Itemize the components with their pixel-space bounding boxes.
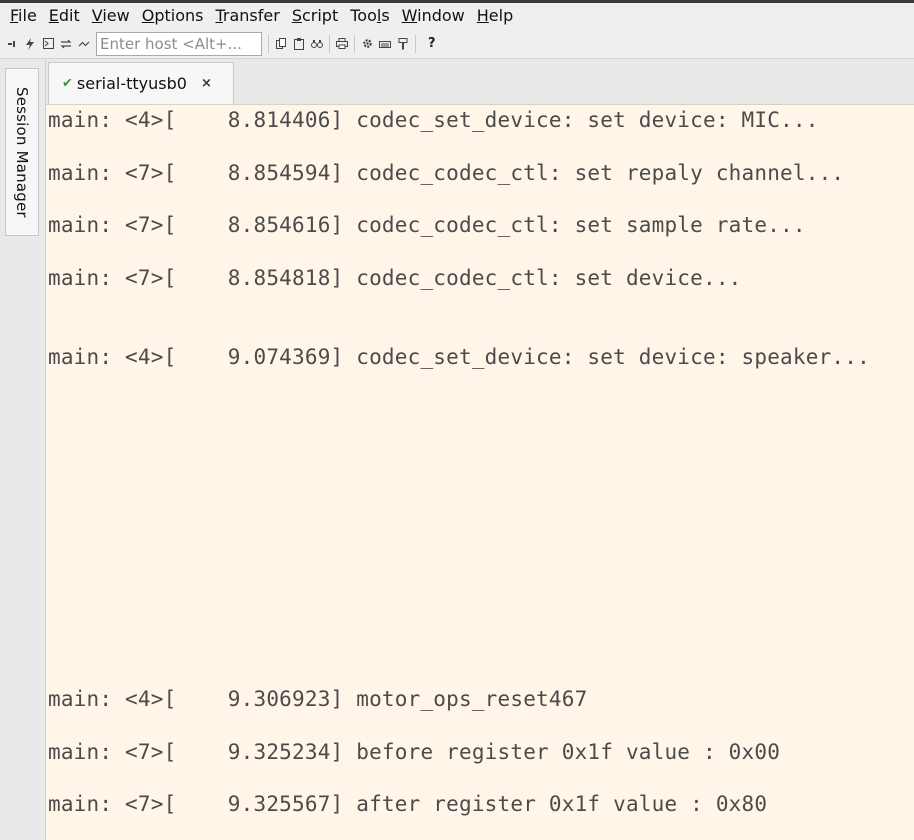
- terminal-line: main: <4>[ 9.306923] motor_ops_reset467: [48, 687, 588, 711]
- terminal-line: main: <7>[ 9.325234] before register 0x1…: [48, 740, 781, 764]
- menu-view[interactable]: View: [86, 5, 136, 27]
- menu-edit[interactable]: Edit: [43, 5, 86, 27]
- find-icon[interactable]: [311, 37, 323, 51]
- connect-tab-icon[interactable]: [42, 37, 54, 51]
- session-tab-bar: ✔ serial-ttyusb0 ×: [46, 60, 914, 104]
- session-manager-tab[interactable]: Session Manager: [5, 68, 39, 236]
- terminal-line: main: <4>[ 9.074369] codec_set_device: s…: [48, 345, 870, 369]
- reconnect-icon[interactable]: [60, 37, 72, 51]
- menu-tools[interactable]: Tools: [344, 5, 395, 27]
- tab-label: serial-ttyusb0: [76, 74, 187, 93]
- terminal-line: main: <4>[ 8.814406] codec_set_device: s…: [48, 108, 819, 132]
- session-manager-label: Session Manager: [13, 86, 31, 218]
- keymap-icon[interactable]: [379, 37, 391, 51]
- toolbar-separator: [268, 34, 269, 53]
- print-icon[interactable]: [336, 37, 348, 51]
- left-dock: Session Manager: [0, 60, 46, 840]
- connected-check-icon: ✔: [62, 76, 73, 91]
- toolbar-separator: [415, 34, 416, 53]
- close-icon[interactable]: ×: [201, 76, 212, 91]
- terminal-line: main: <7>[ 9.325567] after register 0x1f…: [48, 792, 768, 816]
- paste-icon[interactable]: [293, 37, 305, 51]
- terminal-line: main: <7>[ 8.854616] codec_codec_ctl: se…: [48, 213, 806, 237]
- menu-bar: File Edit View Options Transfer Script T…: [0, 3, 914, 29]
- menu-transfer[interactable]: Transfer: [209, 5, 285, 27]
- terminal-output[interactable]: main: <4>[ 8.814406] codec_set_device: s…: [46, 104, 914, 840]
- tab-serial-ttyusb0[interactable]: ✔ serial-ttyusb0 ×: [48, 62, 234, 104]
- menu-options[interactable]: Options: [136, 5, 210, 27]
- menu-script[interactable]: Script: [286, 5, 344, 27]
- toolbar: ?: [0, 29, 914, 59]
- quick-connect-icon[interactable]: [24, 37, 36, 51]
- terminal-line: main: <7>[ 8.854818] codec_codec_ctl: se…: [48, 266, 742, 290]
- menu-file[interactable]: File: [4, 5, 43, 27]
- toolbar-separator: [329, 34, 330, 53]
- toolbar-separator: [354, 34, 355, 53]
- terminal-line: main: <7>[ 8.854594] codec_codec_ctl: se…: [48, 161, 845, 185]
- host-input[interactable]: [96, 31, 262, 56]
- help-button[interactable]: ?: [428, 36, 436, 51]
- key-icon[interactable]: [397, 37, 409, 51]
- copy-icon[interactable]: [275, 37, 287, 51]
- menu-window[interactable]: Window: [396, 5, 471, 27]
- disconnect-icon[interactable]: [78, 37, 90, 51]
- settings-icon[interactable]: [361, 37, 373, 51]
- menu-help[interactable]: Help: [471, 5, 519, 27]
- connect-icon[interactable]: [6, 37, 18, 51]
